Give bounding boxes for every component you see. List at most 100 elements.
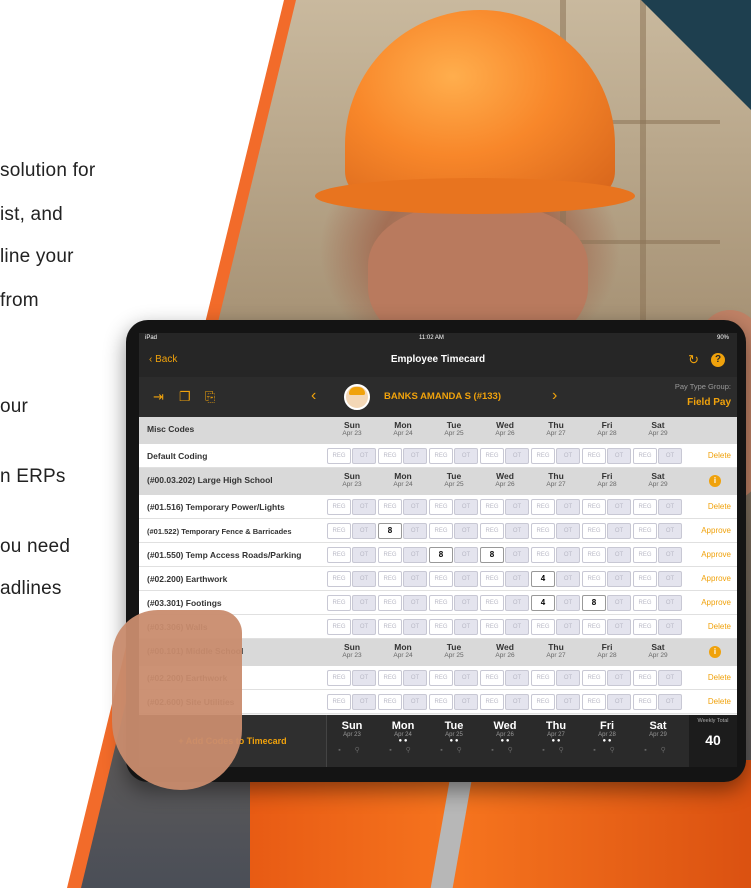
reg-hours-input[interactable]: REG (480, 670, 504, 686)
ot-hours-input[interactable]: OT (352, 571, 376, 587)
ot-hours-input[interactable]: OT (607, 595, 631, 611)
reg-hours-input[interactable]: REG (327, 547, 351, 563)
row-action-button[interactable]: Approve (701, 526, 731, 535)
ot-hours-input[interactable]: OT (454, 499, 478, 515)
reg-hours-input[interactable]: REG (633, 571, 657, 587)
copy-icon[interactable]: ❐ (179, 389, 191, 405)
footer-day[interactable]: Tue Apr 25 ● ● ▪ ⚲ (429, 720, 479, 754)
ot-hours-input[interactable]: OT (505, 670, 529, 686)
reg-hours-input[interactable]: REG (429, 448, 453, 464)
reg-hours-input[interactable]: REG (633, 499, 657, 515)
ot-hours-input[interactable]: OT (352, 523, 376, 539)
reg-hours-input[interactable]: REG (429, 619, 453, 635)
ot-hours-input[interactable]: OT (403, 670, 427, 686)
ot-hours-input[interactable]: OT (607, 523, 631, 539)
ot-hours-input[interactable]: OT (454, 448, 478, 464)
reg-hours-input[interactable]: 4 (531, 571, 555, 587)
ot-hours-input[interactable]: OT (352, 694, 376, 710)
reg-hours-input[interactable]: REG (327, 694, 351, 710)
reg-hours-input[interactable]: REG (480, 499, 504, 515)
reg-hours-input[interactable]: REG (582, 448, 606, 464)
ot-hours-input[interactable]: OT (658, 448, 682, 464)
reg-hours-input[interactable]: REG (582, 571, 606, 587)
row-label[interactable]: (#03.301) Footings (147, 598, 222, 608)
reg-hours-input[interactable]: REG (378, 499, 402, 515)
reg-hours-input[interactable]: REG (480, 523, 504, 539)
ot-hours-input[interactable]: OT (403, 619, 427, 635)
paste-icon[interactable]: ⎘ (205, 389, 215, 405)
reg-hours-input[interactable]: REG (582, 547, 606, 563)
footer-day[interactable]: Fri Apr 28 ● ● ▪ ⚲ (582, 720, 632, 754)
ot-hours-input[interactable]: OT (556, 619, 580, 635)
ot-hours-input[interactable]: OT (556, 595, 580, 611)
reg-hours-input[interactable]: REG (582, 499, 606, 515)
row-action-button[interactable]: Delete (708, 502, 731, 511)
reg-hours-input[interactable]: REG (429, 571, 453, 587)
ot-hours-input[interactable]: OT (352, 595, 376, 611)
ot-hours-input[interactable]: OT (658, 595, 682, 611)
ot-hours-input[interactable]: OT (658, 571, 682, 587)
reg-hours-input[interactable]: REG (429, 499, 453, 515)
ot-hours-input[interactable]: OT (658, 499, 682, 515)
footer-day[interactable]: Sat Apr 29 ▪ ⚲ (633, 720, 683, 754)
ot-hours-input[interactable]: OT (658, 670, 682, 686)
row-action-button[interactable]: Delete (708, 622, 731, 631)
ot-hours-input[interactable]: OT (505, 547, 529, 563)
ot-hours-input[interactable]: OT (403, 523, 427, 539)
ot-hours-input[interactable]: OT (403, 448, 427, 464)
ot-hours-input[interactable]: OT (607, 448, 631, 464)
ot-hours-input[interactable]: OT (403, 499, 427, 515)
reg-hours-input[interactable]: REG (633, 595, 657, 611)
ot-hours-input[interactable]: OT (505, 448, 529, 464)
row-label[interactable]: (#01.522) Temporary Fence & Barricades (147, 527, 292, 536)
ot-hours-input[interactable]: OT (454, 547, 478, 563)
reg-hours-input[interactable]: REG (633, 523, 657, 539)
reg-hours-input[interactable]: REG (378, 694, 402, 710)
reg-hours-input[interactable]: REG (327, 448, 351, 464)
previous-employee-button[interactable]: ‹ (311, 387, 316, 405)
ot-hours-input[interactable]: OT (454, 694, 478, 710)
ot-hours-input[interactable]: OT (505, 694, 529, 710)
reg-hours-input[interactable]: REG (531, 523, 555, 539)
ot-hours-input[interactable]: OT (607, 547, 631, 563)
reg-hours-input[interactable]: REG (429, 523, 453, 539)
ot-hours-input[interactable]: OT (556, 547, 580, 563)
ot-hours-input[interactable]: OT (454, 619, 478, 635)
ot-hours-input[interactable]: OT (556, 523, 580, 539)
reg-hours-input[interactable]: REG (327, 670, 351, 686)
reg-hours-input[interactable]: 8 (378, 523, 402, 539)
ot-hours-input[interactable]: OT (403, 547, 427, 563)
ot-hours-input[interactable]: OT (352, 547, 376, 563)
reg-hours-input[interactable]: REG (531, 619, 555, 635)
ot-hours-input[interactable]: OT (454, 670, 478, 686)
row-action-button[interactable]: Delete (708, 673, 731, 682)
reg-hours-input[interactable]: REG (327, 523, 351, 539)
ot-hours-input[interactable]: OT (556, 571, 580, 587)
refresh-icon[interactable]: ↻ (688, 352, 699, 368)
reg-hours-input[interactable]: REG (327, 619, 351, 635)
ot-hours-input[interactable]: OT (454, 595, 478, 611)
ot-hours-input[interactable]: OT (505, 595, 529, 611)
reg-hours-input[interactable]: REG (429, 595, 453, 611)
footer-day[interactable]: Thu Apr 27 ● ● ▪ ⚲ (531, 720, 581, 754)
ot-hours-input[interactable]: OT (607, 499, 631, 515)
reg-hours-input[interactable]: REG (633, 619, 657, 635)
reg-hours-input[interactable]: REG (633, 670, 657, 686)
footer-day[interactable]: Mon Apr 24 ● ● ▪ ⚲ (378, 720, 428, 754)
reg-hours-input[interactable]: REG (531, 448, 555, 464)
info-icon[interactable]: i (709, 475, 721, 487)
reg-hours-input[interactable]: REG (480, 448, 504, 464)
reg-hours-input[interactable]: 4 (531, 595, 555, 611)
row-label[interactable]: Default Coding (147, 451, 207, 461)
reg-hours-input[interactable]: REG (582, 694, 606, 710)
ot-hours-input[interactable]: OT (505, 619, 529, 635)
row-label[interactable]: (#01.550) Temp Access Roads/Parking (147, 550, 302, 560)
ot-hours-input[interactable]: OT (454, 523, 478, 539)
info-icon[interactable]: i (709, 646, 721, 658)
reg-hours-input[interactable]: 8 (429, 547, 453, 563)
reg-hours-input[interactable]: REG (327, 499, 351, 515)
reg-hours-input[interactable]: 8 (480, 547, 504, 563)
reg-hours-input[interactable]: REG (480, 595, 504, 611)
reg-hours-input[interactable]: REG (378, 595, 402, 611)
reg-hours-input[interactable]: REG (531, 547, 555, 563)
